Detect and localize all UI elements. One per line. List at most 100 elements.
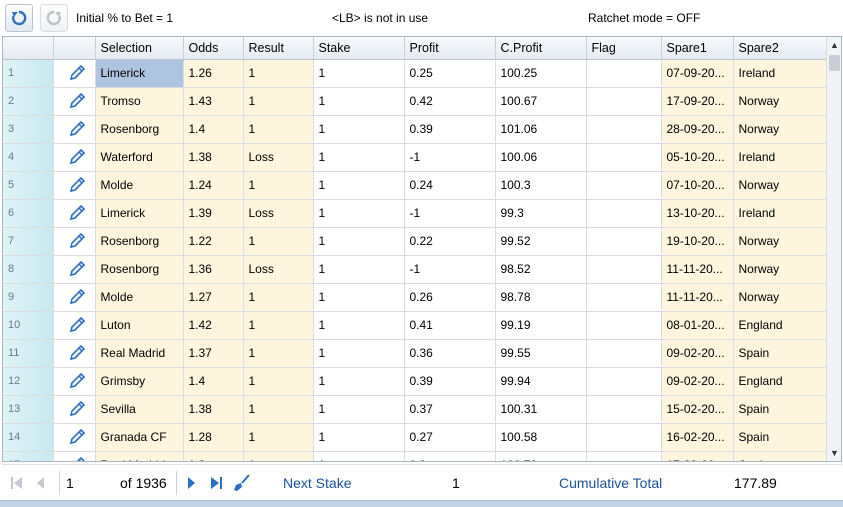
cell-odds[interactable]: 1.38 bbox=[183, 143, 244, 172]
cell-odds[interactable]: 1.37 bbox=[183, 339, 244, 368]
previous-page-button[interactable] bbox=[32, 474, 50, 492]
table-row[interactable]: 15Real Madrid1.3110.3100.7817-02-20...Sp… bbox=[3, 451, 827, 462]
cell-result[interactable]: 1 bbox=[243, 227, 314, 256]
cell-flag[interactable] bbox=[586, 451, 662, 461]
table-row[interactable]: 6 Limerick 1.39 Loss 1 -1 99.3 13-10-20... Irela… bbox=[3, 199, 827, 228]
cell-profit[interactable]: 0.22 bbox=[404, 227, 496, 256]
cell-flag[interactable] bbox=[586, 199, 662, 228]
cell-selection[interactable]: Rosenborg bbox=[95, 255, 184, 284]
cell-stake[interactable]: 1 bbox=[313, 311, 405, 340]
cell-cprofit[interactable]: 98.78 bbox=[495, 283, 587, 312]
cell-result[interactable]: 1 bbox=[243, 395, 314, 424]
table-row[interactable]: 9 Molde 1.27 1 1 0.26 98.78 11-11-20... Norway bbox=[3, 283, 827, 312]
cell-selection[interactable]: Grimsby bbox=[95, 367, 184, 396]
row-number[interactable]: 1 bbox=[3, 59, 54, 88]
cell-profit[interactable]: 0.42 bbox=[404, 87, 496, 116]
cell-result[interactable]: Loss bbox=[243, 255, 314, 284]
edit-cell[interactable] bbox=[53, 171, 96, 200]
cell-spare2[interactable]: Norway bbox=[733, 171, 827, 200]
column-header-spare2[interactable]: Spare2 bbox=[733, 37, 827, 60]
column-header-rownum[interactable] bbox=[3, 37, 54, 60]
cell-odds[interactable]: 1.3 bbox=[183, 451, 244, 461]
cell-odds[interactable]: 1.38 bbox=[183, 395, 244, 424]
row-number[interactable]: 7 bbox=[3, 227, 54, 256]
cell-profit[interactable]: 0.24 bbox=[404, 171, 496, 200]
edit-cell[interactable] bbox=[53, 339, 96, 368]
last-page-button[interactable] bbox=[207, 474, 225, 492]
row-number[interactable]: 8 bbox=[3, 255, 54, 284]
cell-stake[interactable]: 1 bbox=[313, 451, 405, 461]
cell-spare1[interactable]: 05-10-20... bbox=[661, 143, 734, 172]
cell-selection[interactable]: Granada CF bbox=[95, 423, 184, 452]
cell-result[interactable]: 1 bbox=[243, 451, 314, 461]
cell-flag[interactable] bbox=[586, 423, 662, 452]
pencil-icon[interactable] bbox=[68, 64, 86, 82]
cell-result[interactable]: Loss bbox=[243, 143, 314, 172]
cell-odds[interactable]: 1.22 bbox=[183, 227, 244, 256]
cell-spare1[interactable]: 13-10-20... bbox=[661, 199, 734, 228]
cell-profit[interactable]: -1 bbox=[404, 199, 496, 228]
table-row[interactable]: 13 Sevilla 1.38 1 1 0.37 100.31 15-02-20... Spai… bbox=[3, 395, 827, 424]
cell-spare1[interactable]: 19-10-20... bbox=[661, 227, 734, 256]
cell-profit[interactable]: -1 bbox=[404, 143, 496, 172]
cell-result[interactable]: 1 bbox=[243, 171, 314, 200]
cell-result[interactable]: 1 bbox=[243, 115, 314, 144]
cell-stake[interactable]: 1 bbox=[313, 199, 405, 228]
pencil-icon[interactable] bbox=[68, 456, 86, 462]
row-number[interactable]: 11 bbox=[3, 339, 54, 368]
row-number[interactable]: 12 bbox=[3, 367, 54, 396]
cell-result[interactable]: 1 bbox=[243, 423, 314, 452]
cell-odds[interactable]: 1.42 bbox=[183, 311, 244, 340]
pencil-icon[interactable] bbox=[68, 428, 86, 446]
cell-stake[interactable]: 1 bbox=[313, 339, 405, 368]
cell-cprofit[interactable]: 100.58 bbox=[495, 423, 587, 452]
cell-spare1[interactable]: 15-02-20... bbox=[661, 395, 734, 424]
cell-selection[interactable]: Limerick bbox=[95, 59, 184, 88]
row-number[interactable]: 5 bbox=[3, 171, 54, 200]
pencil-icon[interactable] bbox=[68, 204, 86, 222]
pencil-icon[interactable] bbox=[68, 344, 86, 362]
cell-cprofit[interactable]: 99.55 bbox=[495, 339, 587, 368]
cell-selection[interactable]: Limerick bbox=[95, 199, 184, 228]
pencil-icon[interactable] bbox=[68, 92, 86, 110]
cell-cprofit[interactable]: 101.06 bbox=[495, 115, 587, 144]
cell-spare1[interactable]: 17-02-20... bbox=[661, 451, 734, 461]
scroll-down-arrow-icon[interactable]: ▼ bbox=[827, 445, 841, 461]
cell-profit[interactable]: 0.37 bbox=[404, 395, 496, 424]
cell-stake[interactable]: 1 bbox=[313, 143, 405, 172]
pencil-icon[interactable] bbox=[68, 232, 86, 250]
cell-spare2[interactable]: Norway bbox=[733, 115, 827, 144]
cell-cprofit[interactable]: 100.31 bbox=[495, 395, 587, 424]
column-header-spare1[interactable]: Spare1 bbox=[661, 37, 734, 60]
cell-spare2[interactable]: Spain bbox=[733, 339, 827, 368]
cell-stake[interactable]: 1 bbox=[313, 87, 405, 116]
cell-spare1[interactable]: 07-10-20... bbox=[661, 171, 734, 200]
cell-spare1[interactable]: 09-02-20... bbox=[661, 339, 734, 368]
row-number[interactable]: 13 bbox=[3, 395, 54, 424]
cell-spare2[interactable]: Norway bbox=[733, 283, 827, 312]
page-number-field[interactable]: 1 of 1936 bbox=[59, 471, 177, 495]
pencil-icon[interactable] bbox=[68, 400, 86, 418]
clear-filter-button[interactable] bbox=[233, 474, 251, 492]
column-header-stake[interactable]: Stake bbox=[313, 37, 405, 60]
table-row[interactable]: 3 Rosenborg 1.4 1 1 0.39 101.06 28-09-20... Norw… bbox=[3, 115, 827, 144]
table-row[interactable]: 14 Granada CF 1.28 1 1 0.27 100.58 16-02-20... S… bbox=[3, 423, 827, 452]
cell-result[interactable]: 1 bbox=[243, 367, 314, 396]
cell-spare2[interactable]: Ireland bbox=[733, 199, 827, 228]
cell-selection[interactable]: Molde bbox=[95, 171, 184, 200]
undo-button[interactable] bbox=[5, 4, 33, 32]
column-header-odds[interactable]: Odds bbox=[183, 37, 244, 60]
cell-selection[interactable]: Real Madrid bbox=[95, 451, 184, 461]
cell-result[interactable]: 1 bbox=[243, 283, 314, 312]
edit-cell[interactable] bbox=[53, 255, 96, 284]
row-number[interactable]: 6 bbox=[3, 199, 54, 228]
cell-spare1[interactable]: 09-02-20... bbox=[661, 367, 734, 396]
cell-cprofit[interactable]: 100.06 bbox=[495, 143, 587, 172]
cell-flag[interactable] bbox=[586, 87, 662, 116]
cell-selection[interactable]: Waterford bbox=[95, 143, 184, 172]
cell-odds[interactable]: 1.36 bbox=[183, 255, 244, 284]
cell-odds[interactable]: 1.4 bbox=[183, 367, 244, 396]
table-row[interactable]: 10 Luton 1.42 1 1 0.41 99.19 08-01-20... England bbox=[3, 311, 827, 340]
cell-cprofit[interactable]: 99.19 bbox=[495, 311, 587, 340]
edit-cell[interactable] bbox=[53, 87, 96, 116]
